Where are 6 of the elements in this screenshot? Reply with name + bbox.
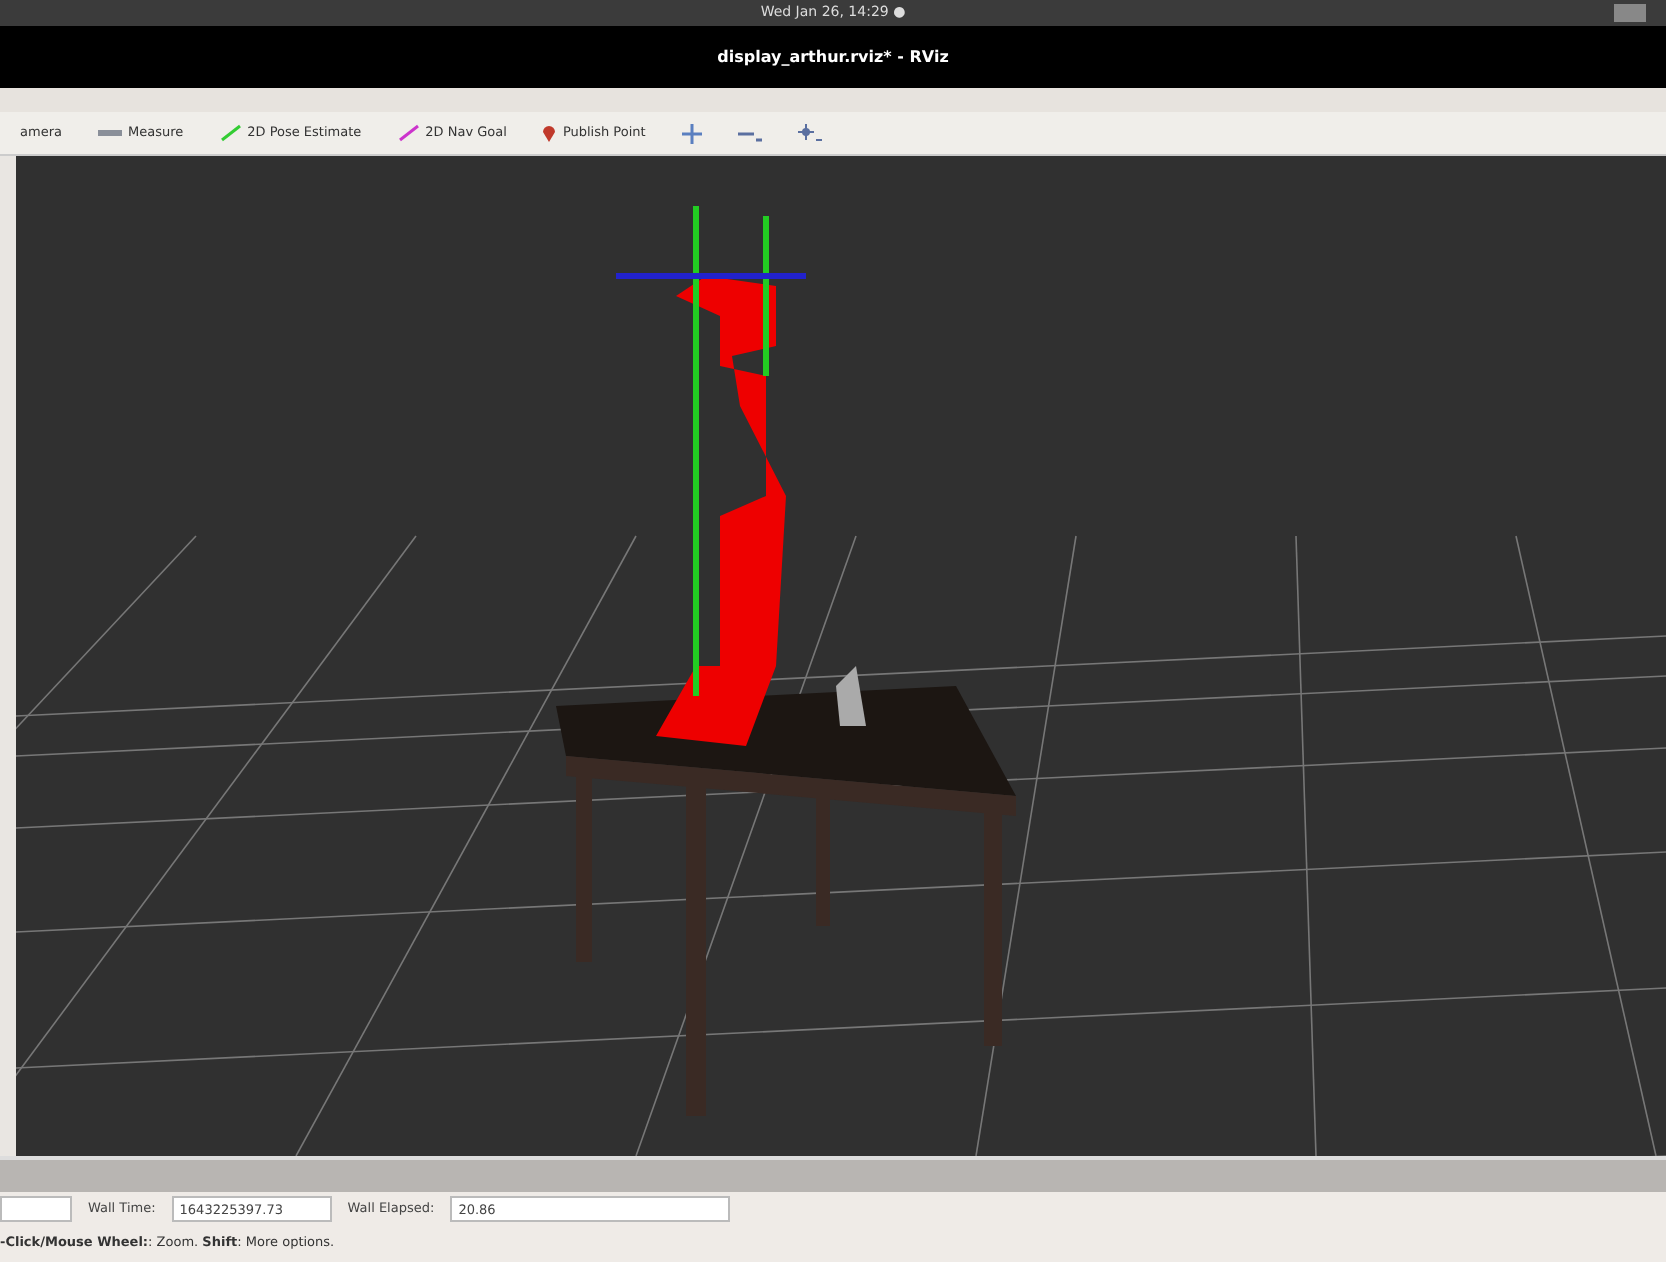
window-title: display_arthur.rviz* - RViz	[717, 45, 949, 69]
time-field[interactable]	[0, 1196, 72, 1222]
focus-icon[interactable]	[793, 124, 826, 142]
map-pin-icon	[542, 124, 557, 142]
ruler-icon	[97, 128, 122, 138]
move-icon[interactable]	[677, 123, 706, 143]
